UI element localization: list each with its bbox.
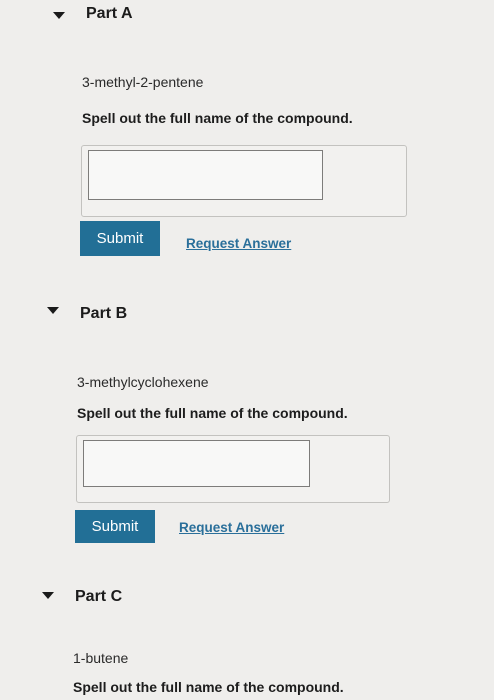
- part-a-prompt: Spell out the full name of the compound.: [82, 110, 353, 126]
- part-b-title[interactable]: Part B: [80, 305, 127, 323]
- part-a-compound: 3-methyl-2-pentene: [82, 74, 204, 90]
- part-c-compound: 1-butene: [73, 650, 129, 666]
- part-a-title[interactable]: Part A: [86, 5, 133, 23]
- part-b-answer-input[interactable]: [83, 440, 310, 487]
- part-c-toggle-icon[interactable]: [42, 592, 54, 599]
- part-a-submit-button[interactable]: Submit: [80, 221, 160, 256]
- part-b-compound: 3-methylcyclohexene: [77, 374, 209, 390]
- part-c-prompt: Spell out the full name of the compound.: [73, 679, 344, 695]
- part-b-request-answer-link[interactable]: Request Answer: [179, 520, 284, 535]
- part-c-title[interactable]: Part C: [75, 588, 122, 606]
- part-a-request-answer-link[interactable]: Request Answer: [186, 236, 291, 251]
- part-b-toggle-icon[interactable]: [47, 307, 59, 314]
- part-a-answer-input[interactable]: [88, 150, 323, 200]
- part-b-submit-button[interactable]: Submit: [75, 510, 155, 543]
- part-a-toggle-icon[interactable]: [53, 12, 65, 19]
- part-b-prompt: Spell out the full name of the compound.: [77, 405, 348, 421]
